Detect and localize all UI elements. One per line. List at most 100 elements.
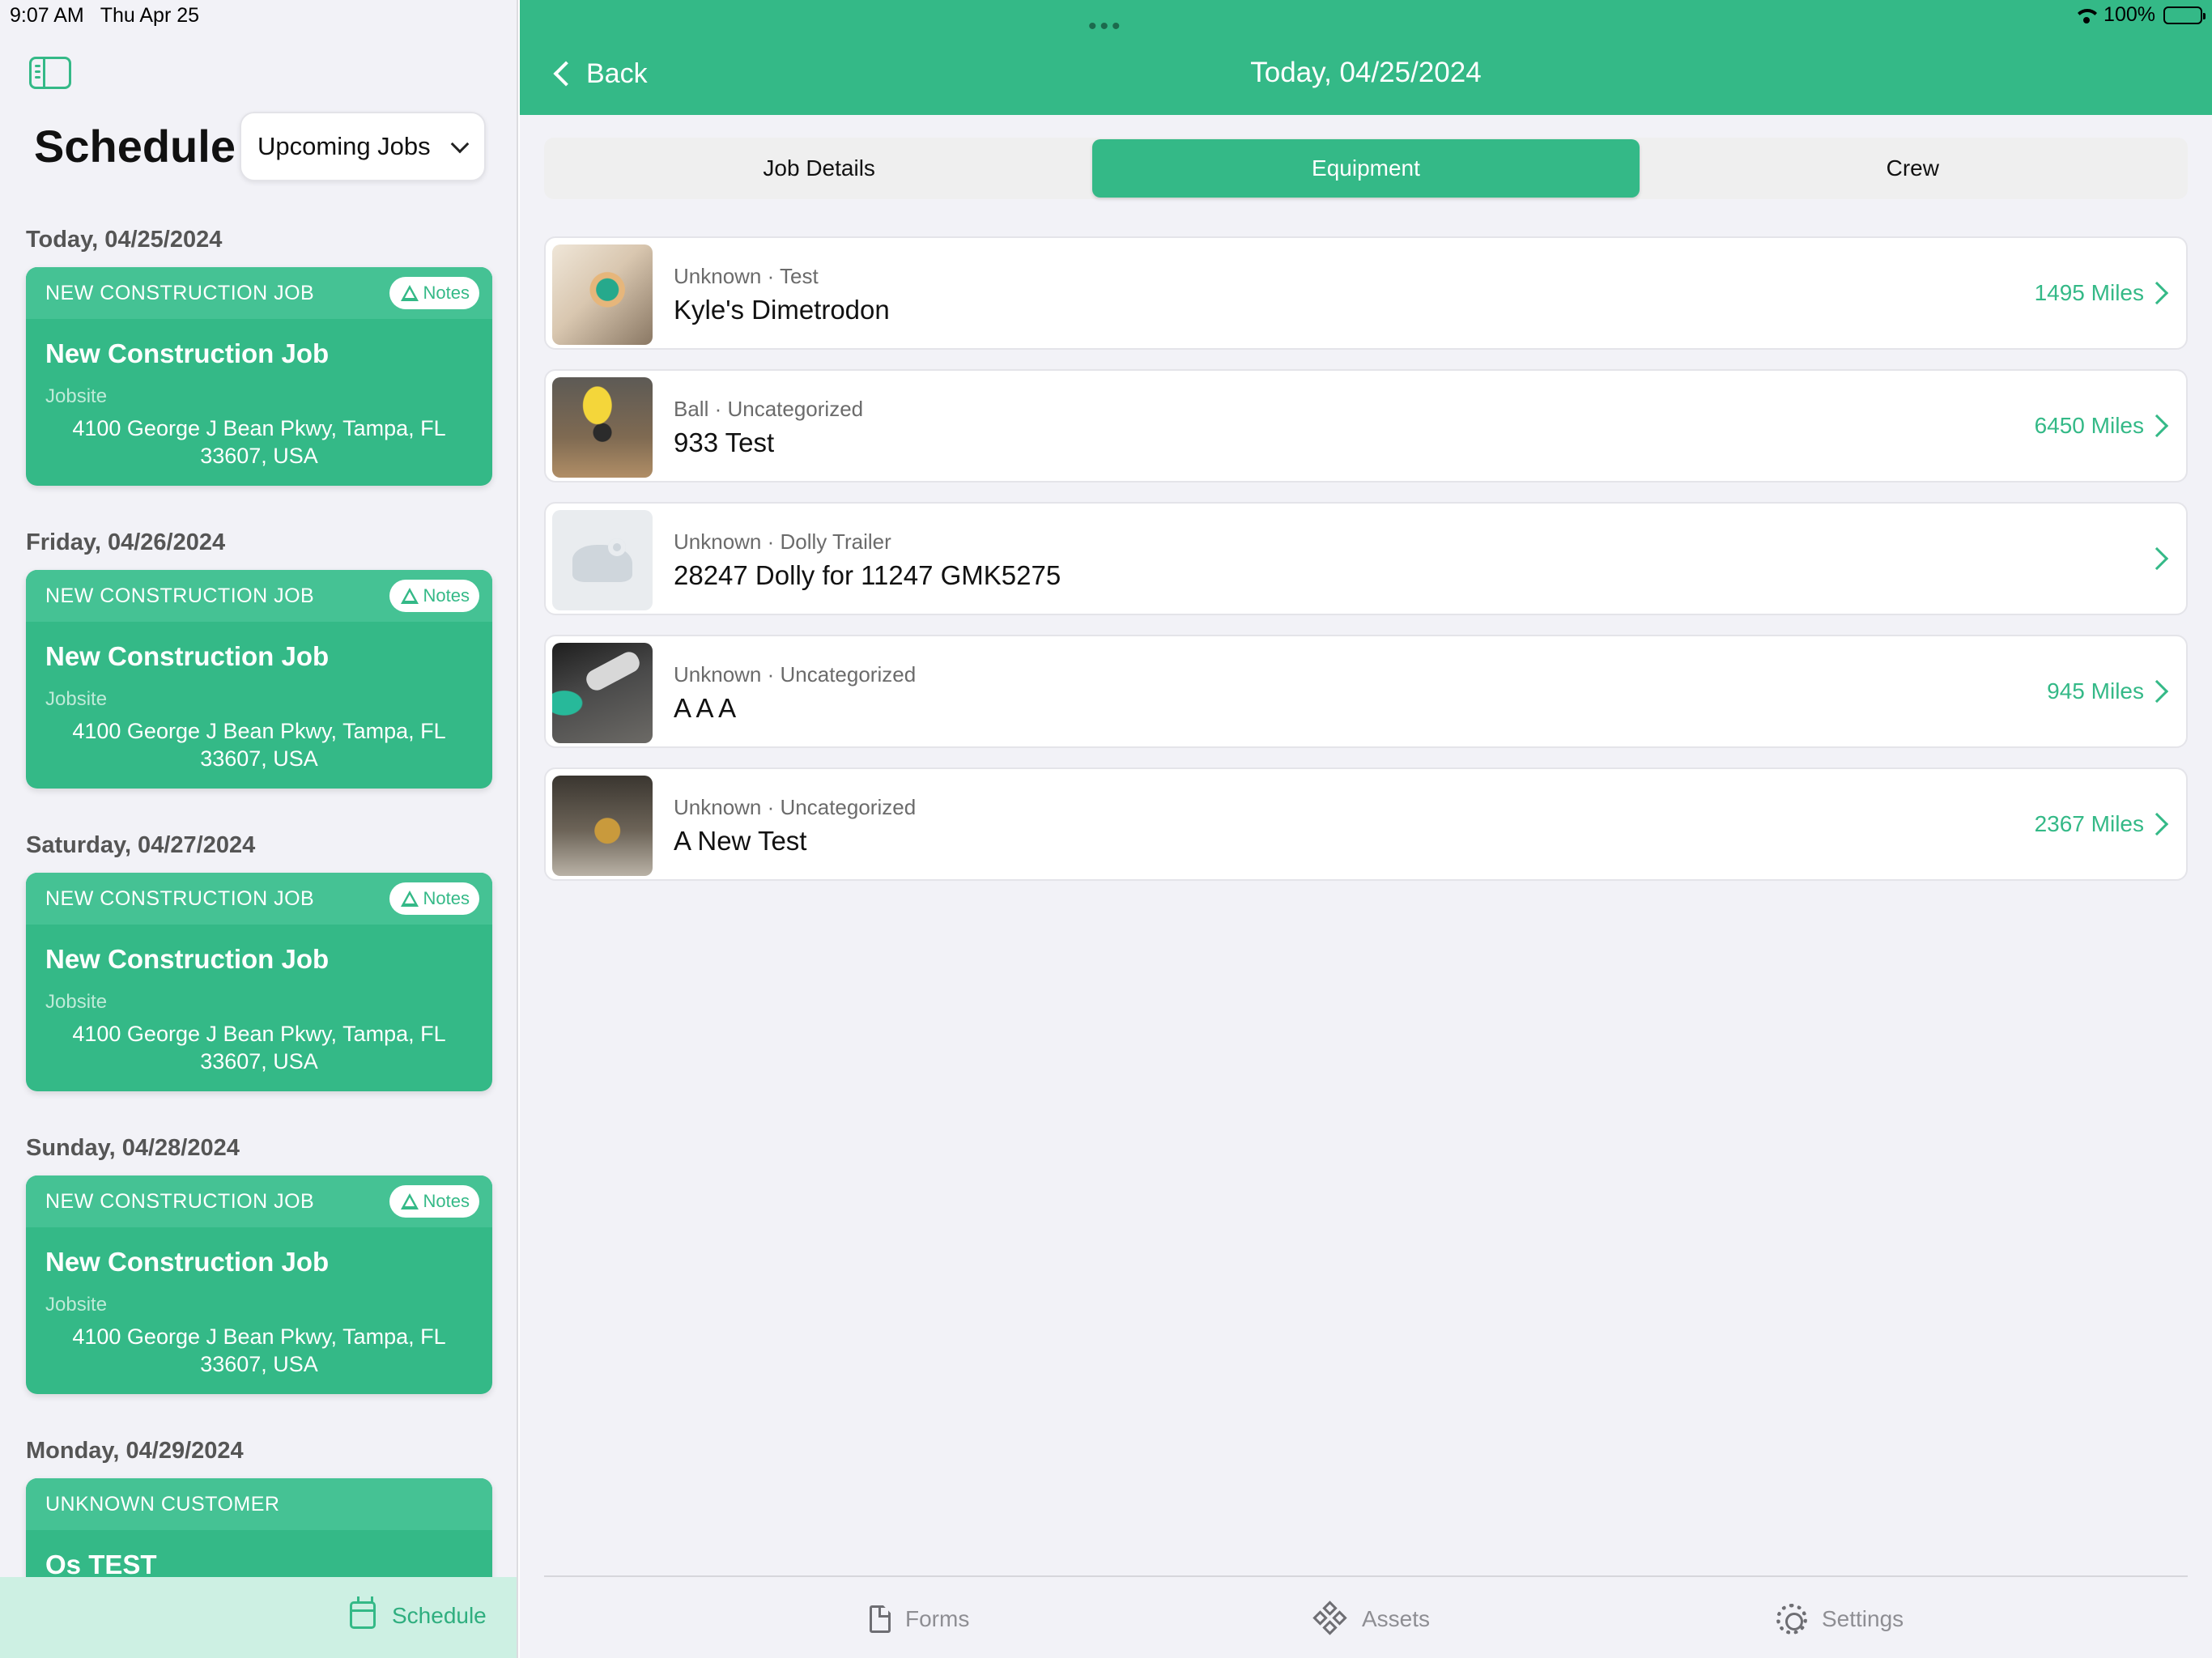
- tab-schedule[interactable]: Schedule: [0, 1577, 517, 1658]
- segmented-control: Job Details Equipment Crew: [544, 138, 2188, 199]
- day-header: Friday, 04/26/2024: [26, 529, 226, 555]
- job-address: 4100 George J Bean Pkwy, Tampa, FL 33607…: [72, 1324, 446, 1376]
- tab-assets[interactable]: Assets: [1312, 1601, 1431, 1637]
- multitasking-dots-icon[interactable]: •••: [1088, 13, 1124, 40]
- chevron-right-icon: [2145, 679, 2169, 704]
- job-address: 4100 George J Bean Pkwy, Tampa, FL 33607…: [72, 416, 446, 468]
- warning-icon: [400, 588, 419, 604]
- location-label: Jobsite: [45, 385, 108, 407]
- job-card[interactable]: NEW CONSTRUCTION JOB Notes New Construct…: [26, 267, 492, 486]
- day-header: Saturday, 04/27/2024: [26, 831, 256, 858]
- job-card-header: NEW CONSTRUCTION JOB Notes: [26, 873, 492, 925]
- job-type: UNKNOWN CUSTOMER: [45, 1492, 280, 1516]
- equipment-name: 28247 Dolly for 11247 GMK5275: [674, 560, 1061, 590]
- equipment-photo: [552, 244, 653, 345]
- document-icon: [870, 1605, 891, 1633]
- job-card-header: NEW CONSTRUCTION JOB Notes: [26, 570, 492, 622]
- jobs-filter-dropdown[interactable]: Upcoming Jobs: [240, 112, 486, 181]
- equipment-list: Unknown · Test Kyle's Dimetrodon 1495 Mi…: [544, 236, 2188, 900]
- job-card[interactable]: NEW CONSTRUCTION JOB Notes New Construct…: [26, 873, 492, 1091]
- warning-icon: [400, 285, 419, 301]
- tab-assets-label: Assets: [1362, 1606, 1431, 1631]
- equipment-row[interactable]: Ball · Uncategorized 933 Test 6450 Miles: [544, 369, 2188, 483]
- job-address: 4100 George J Bean Pkwy, Tampa, FL 33607…: [72, 1022, 446, 1073]
- equipment-name: A A A: [674, 693, 737, 723]
- equipment-miles: 6450 Miles: [2034, 413, 2144, 438]
- sidebar: 9:07 AM Thu Apr 25 Schedule Upcoming Jobs…: [0, 0, 518, 1658]
- tab-equipment[interactable]: Equipment: [1092, 139, 1640, 198]
- equipment-photo: [552, 377, 653, 478]
- assets-icon: [1312, 1601, 1347, 1635]
- day-header: Monday, 04/29/2024: [26, 1437, 244, 1464]
- chevron-right-icon: [2145, 281, 2169, 305]
- job-title: Os TEST: [45, 1550, 157, 1577]
- sidebar-toggle-icon[interactable]: [29, 57, 71, 89]
- placeholder-photo: [552, 510, 653, 610]
- main-panel: ••• 100% Back Today, 04/25/2024 Job Deta…: [520, 0, 2212, 1658]
- equipment-name: Kyle's Dimetrodon: [674, 295, 890, 325]
- navigation-bar: ••• 100% Back Today, 04/25/2024: [520, 0, 2212, 115]
- notes-label: Notes: [423, 283, 470, 303]
- tab-job-details[interactable]: Job Details: [546, 139, 1092, 198]
- tab-bar: Forms Assets Settings: [544, 1575, 2188, 1658]
- notes-label: Notes: [423, 585, 470, 606]
- job-type: NEW CONSTRUCTION JOB: [45, 1189, 315, 1213]
- chevron-down-icon: [450, 134, 470, 154]
- chevron-right-icon: [2145, 546, 2169, 571]
- status-bar-left: 9:07 AM Thu Apr 25: [10, 4, 215, 28]
- job-card-header: NEW CONSTRUCTION JOB Notes: [26, 267, 492, 319]
- frog-logo-icon: [572, 538, 632, 582]
- job-type: NEW CONSTRUCTION JOB: [45, 584, 315, 607]
- job-title: New Construction Job: [45, 338, 330, 368]
- equipment-row[interactable]: Unknown · Test Kyle's Dimetrodon 1495 Mi…: [544, 236, 2188, 350]
- job-title: New Construction Job: [45, 1247, 330, 1277]
- tab-schedule-label: Schedule: [392, 1603, 487, 1628]
- job-card[interactable]: NEW CONSTRUCTION JOB Notes New Construct…: [26, 1175, 492, 1394]
- equipment-name: 933 Test: [674, 427, 775, 457]
- equipment-meta: Unknown · Test: [674, 264, 819, 288]
- notes-badge[interactable]: Notes: [389, 1185, 479, 1218]
- tab-forms[interactable]: Forms: [870, 1601, 969, 1637]
- location-label: Jobsite: [45, 991, 108, 1013]
- day-header: Today, 04/25/2024: [26, 226, 223, 253]
- equipment-meta: Unknown · Dolly Trailer: [674, 529, 891, 554]
- gear-icon: [1776, 1604, 1807, 1635]
- notes-badge[interactable]: Notes: [389, 882, 479, 915]
- battery-icon: [2163, 6, 2206, 24]
- equipment-photo: [552, 776, 653, 876]
- status-time: 9:07 AM: [10, 4, 84, 27]
- equipment-name: A New Test: [674, 826, 807, 856]
- schedule-list[interactable]: Today, 04/25/2024 NEW CONSTRUCTION JOB N…: [0, 212, 517, 1577]
- jobs-filter-value: Upcoming Jobs: [257, 132, 431, 160]
- notes-badge[interactable]: Notes: [389, 277, 479, 309]
- job-type: NEW CONSTRUCTION JOB: [45, 281, 315, 304]
- page-title: Today, 04/25/2024: [1250, 57, 1482, 88]
- equipment-miles: 1495 Miles: [2034, 280, 2144, 305]
- equipment-miles: 945 Miles: [2047, 678, 2144, 704]
- notes-badge[interactable]: Notes: [389, 580, 479, 612]
- warning-icon: [400, 891, 419, 907]
- job-address: 4100 George J Bean Pkwy, Tampa, FL 33607…: [72, 719, 446, 771]
- day-header: Sunday, 04/28/2024: [26, 1134, 240, 1161]
- warning-icon: [400, 1193, 419, 1209]
- job-card-header: NEW CONSTRUCTION JOB Notes: [26, 1175, 492, 1227]
- job-card[interactable]: NEW CONSTRUCTION JOB Notes New Construct…: [26, 570, 492, 789]
- calendar-icon: [350, 1596, 376, 1629]
- chevron-right-icon: [2145, 812, 2169, 836]
- job-type: NEW CONSTRUCTION JOB: [45, 886, 315, 910]
- equipment-row[interactable]: Unknown · Uncategorized A A A 945 Miles: [544, 635, 2188, 748]
- equipment-meta: Ball · Uncategorized: [674, 397, 864, 421]
- tab-crew[interactable]: Crew: [1640, 139, 2186, 198]
- schedule-title: Schedule: [34, 121, 236, 172]
- status-bar-right: 100%: [2076, 3, 2206, 27]
- wifi-icon: [2076, 7, 2097, 23]
- equipment-row[interactable]: Unknown · Dolly Trailer 28247 Dolly for …: [544, 502, 2188, 615]
- job-card[interactable]: UNKNOWN CUSTOMER Os TEST: [26, 1478, 492, 1577]
- equipment-row[interactable]: Unknown · Uncategorized A New Test 2367 …: [544, 767, 2188, 881]
- equipment-miles: 2367 Miles: [2034, 811, 2144, 836]
- job-card-header: UNKNOWN CUSTOMER: [26, 1478, 492, 1530]
- status-date: Thu Apr 25: [100, 4, 200, 27]
- tab-forms-label: Forms: [905, 1606, 970, 1631]
- battery-percent: 100%: [2104, 3, 2155, 26]
- tab-settings[interactable]: Settings: [1776, 1601, 1904, 1637]
